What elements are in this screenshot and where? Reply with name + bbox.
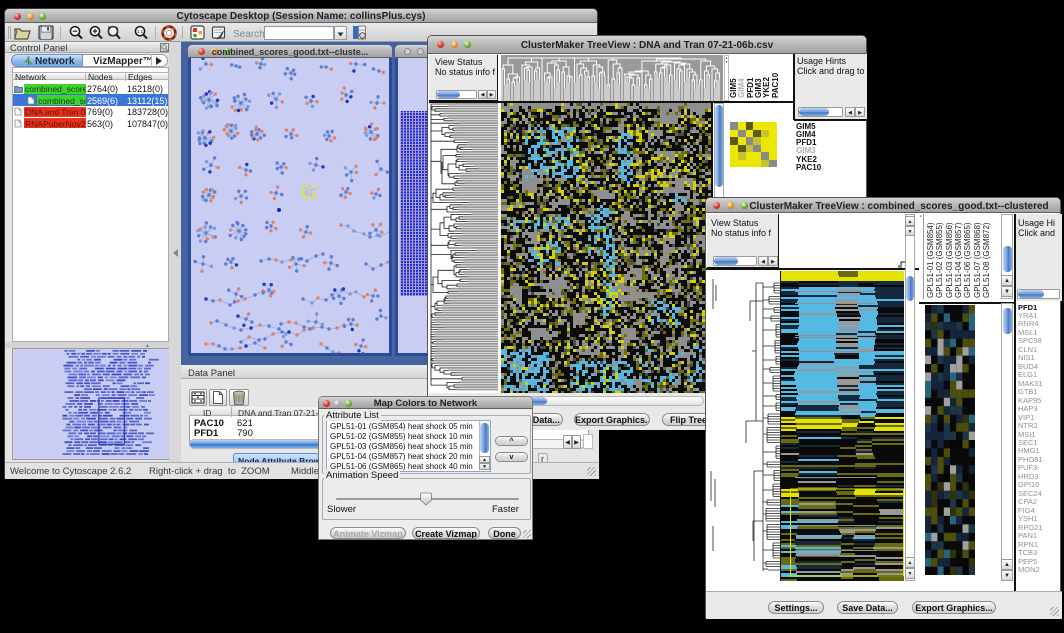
- svg-text:1:1: 1:1: [137, 29, 144, 34]
